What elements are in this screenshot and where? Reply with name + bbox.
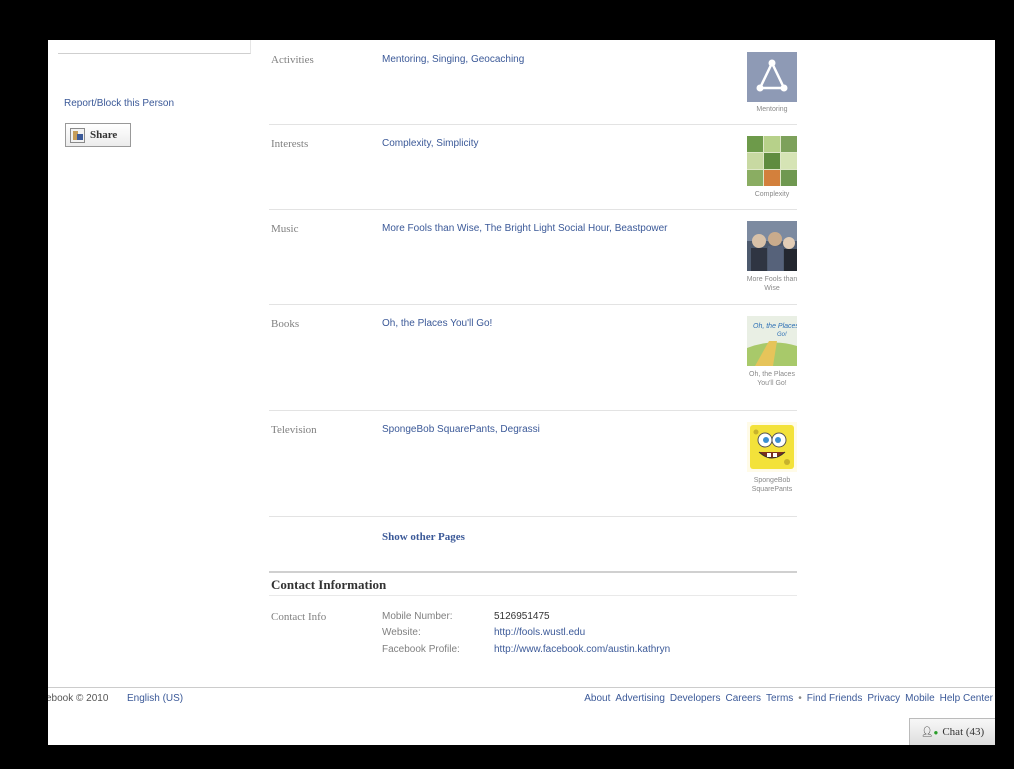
footer-link-developers[interactable]: Developers bbox=[670, 693, 721, 704]
spongebob-thumbnail[interactable] bbox=[747, 422, 797, 472]
section-activities: Activities Mentoring, Singing, Geocachin… bbox=[269, 40, 797, 125]
facebook-profile-link[interactable]: http://www.facebook.com/austin.kathryn bbox=[494, 644, 670, 655]
mentoring-thumbnail[interactable] bbox=[747, 52, 797, 102]
share-icon bbox=[70, 127, 85, 143]
svg-text:Oh, the Places: Oh, the Places bbox=[753, 323, 797, 330]
footer-link-advertising[interactable]: Advertising bbox=[615, 693, 664, 704]
section-television: Television SpongeBob SquarePants, Degras… bbox=[269, 410, 797, 517]
footer-link-terms[interactable]: Terms bbox=[766, 693, 793, 704]
footer-copyright: cebook © 2010 bbox=[48, 693, 109, 704]
section-value[interactable]: SpongeBob SquarePants, Degrassi bbox=[382, 424, 540, 435]
section-value[interactable]: Mentoring, Singing, Geocaching bbox=[382, 54, 524, 65]
section-label: Television bbox=[271, 424, 317, 436]
facebook-profile-label: Facebook Profile: bbox=[382, 644, 460, 655]
thumb-caption: More Fools than Wise bbox=[746, 276, 798, 292]
online-status-icon: ● bbox=[933, 727, 939, 737]
section-music: Music More Fools than Wise, The Bright L… bbox=[269, 209, 797, 305]
footer-link-careers[interactable]: Careers bbox=[725, 693, 761, 704]
mobile-number-value: 5126951475 bbox=[494, 611, 550, 622]
footer-language-link[interactable]: English (US) bbox=[127, 693, 183, 704]
report-block-link[interactable]: Report/Block this Person bbox=[64, 98, 174, 109]
share-button[interactable]: Share bbox=[65, 123, 131, 147]
footer-link-mobile[interactable]: Mobile bbox=[905, 693, 934, 704]
show-other-pages-link[interactable]: Show other Pages bbox=[382, 531, 465, 543]
thumb-caption: Mentoring bbox=[756, 106, 788, 113]
footer-divider bbox=[48, 687, 995, 688]
section-label: Music bbox=[271, 223, 299, 235]
places-youll-go-thumbnail[interactable]: Oh, the Places Go! bbox=[747, 316, 797, 366]
section-value[interactable]: Oh, the Places You'll Go! bbox=[382, 318, 492, 329]
section-value[interactable]: Complexity, Simplicity bbox=[382, 138, 479, 149]
section-label: Books bbox=[271, 318, 300, 330]
footer-links: About Advertising Developers Careers Ter… bbox=[584, 693, 993, 704]
website-label: Website: bbox=[382, 627, 421, 638]
footer-link-privacy[interactable]: Privacy bbox=[867, 693, 900, 704]
section-label: Activities bbox=[271, 54, 314, 66]
thumb-caption: Oh, the Places You'll Go! bbox=[749, 371, 795, 387]
more-fools-thumbnail[interactable] bbox=[747, 221, 797, 271]
svg-text:Go!: Go! bbox=[777, 332, 787, 338]
footer-bullet: • bbox=[798, 693, 802, 704]
section-label: Interests bbox=[271, 138, 309, 150]
complexity-thumbnail[interactable] bbox=[747, 136, 797, 186]
facebook-profile-screen: Report/Block this Person Share Activitie… bbox=[48, 40, 995, 745]
section-books: Books Oh, the Places You'll Go! Oh, the … bbox=[269, 304, 797, 411]
footer-link-help-center[interactable]: Help Center bbox=[940, 693, 993, 704]
section-interests: Interests Complexity, Simplicity Complex… bbox=[269, 124, 797, 210]
chat-label: Chat (43) bbox=[942, 726, 985, 738]
thumb-caption: Complexity bbox=[754, 191, 790, 198]
website-link[interactable]: http://fools.wustl.edu bbox=[494, 627, 585, 638]
share-label: Share bbox=[90, 129, 118, 141]
thumb-caption: SpongeBob SquarePants bbox=[751, 477, 793, 493]
contact-information-title: Contact Information bbox=[271, 577, 387, 592]
contact-info-label: Contact Info bbox=[271, 611, 327, 623]
footer-link-about[interactable]: About bbox=[584, 693, 610, 704]
sidebar-box bbox=[58, 40, 251, 54]
chat-person-icon: 👤︎ bbox=[920, 726, 934, 738]
chat-button[interactable]: 👤︎ ● Chat (43) bbox=[909, 718, 995, 745]
footer-link-find-friends[interactable]: Find Friends bbox=[807, 693, 863, 704]
section-value[interactable]: More Fools than Wise, The Bright Light S… bbox=[382, 223, 668, 234]
mobile-number-label: Mobile Number: bbox=[382, 611, 453, 622]
contact-information-header: Contact Information bbox=[269, 571, 797, 596]
